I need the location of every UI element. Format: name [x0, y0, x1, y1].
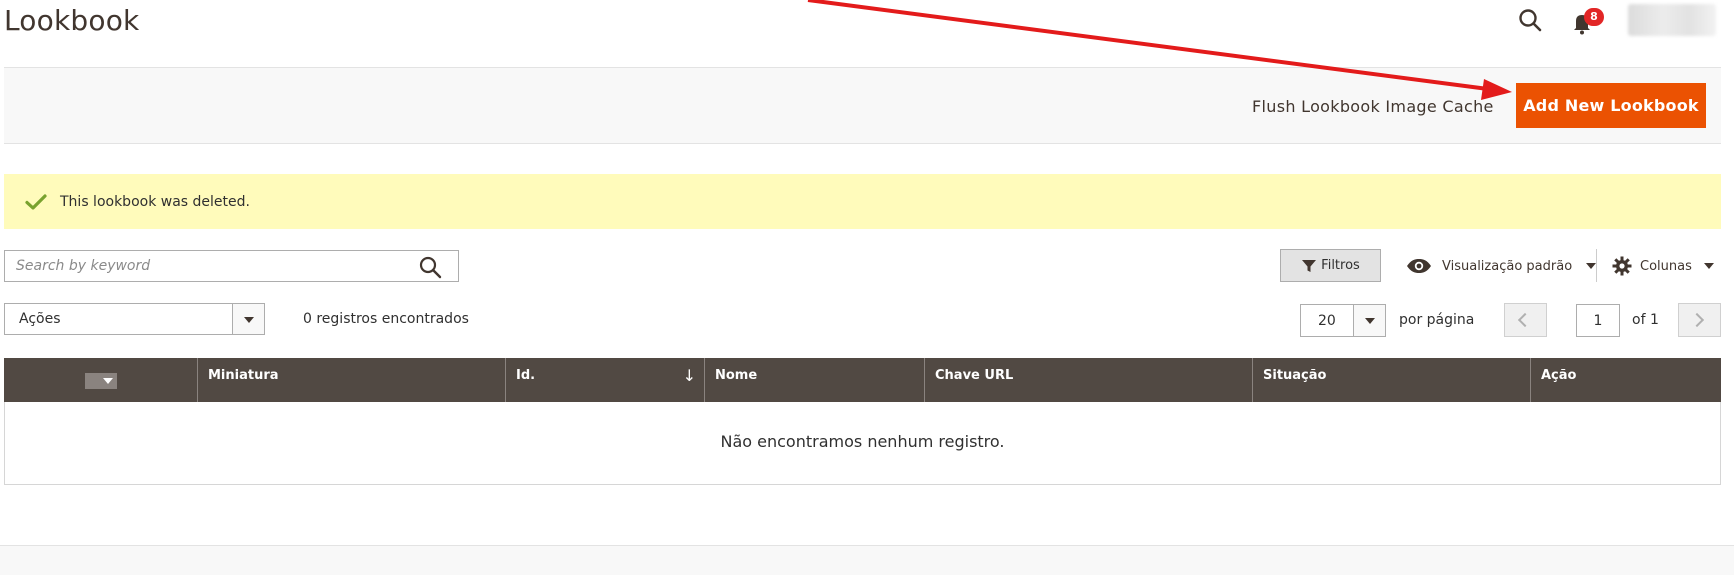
- view-label: Visualização padrão: [1442, 258, 1573, 274]
- column-header-id[interactable]: Id. ↓: [506, 358, 705, 402]
- actions-label: Ações: [19, 311, 61, 327]
- checkmark-icon: [25, 193, 47, 210]
- next-page-button[interactable]: [1678, 303, 1721, 337]
- current-page-input[interactable]: [1576, 304, 1620, 337]
- previous-page-button[interactable]: [1504, 303, 1547, 337]
- column-header-thumbnail[interactable]: Miniatura: [198, 358, 506, 402]
- column-header-name[interactable]: Nome: [705, 358, 925, 402]
- success-message: This lookbook was deleted.: [4, 174, 1721, 229]
- chevron-down-icon: [232, 304, 264, 334]
- columns-selector[interactable]: Colunas: [1612, 254, 1714, 278]
- chevron-down-icon: [1586, 263, 1597, 269]
- add-new-lookbook-button[interactable]: Add New Lookbook: [1516, 83, 1706, 128]
- grid-header: Miniatura Id. ↓ Nome Chave URL Situação …: [4, 358, 1721, 402]
- chevron-down-icon: [1353, 305, 1385, 336]
- per-page-value: 20: [1318, 313, 1336, 329]
- filters-label: Filtros: [1321, 258, 1360, 273]
- header-search-button[interactable]: [1515, 6, 1545, 36]
- per-page-select[interactable]: 20: [1300, 304, 1386, 337]
- eye-icon: [1407, 259, 1431, 273]
- chevron-right-icon: [1689, 312, 1705, 328]
- sort-descending-icon: ↓: [682, 366, 696, 385]
- empty-grid-message: Não encontramos nenhum registro.: [720, 432, 1005, 451]
- records-found: 0 registros encontrados: [303, 311, 469, 327]
- lookbook-grid: Miniatura Id. ↓ Nome Chave URL Situação …: [4, 358, 1721, 485]
- keyword-search: [4, 250, 459, 282]
- columns-label: Colunas: [1640, 258, 1692, 274]
- search-icon[interactable]: [418, 255, 442, 279]
- filter-icon: [1302, 259, 1317, 272]
- search-icon: [1519, 9, 1542, 32]
- user-account-menu[interactable]: [1628, 4, 1716, 36]
- notifications-button[interactable]: 8: [1568, 6, 1604, 36]
- per-page-label: por página: [1399, 312, 1475, 328]
- chevron-left-icon: [1517, 312, 1533, 328]
- chevron-down-icon: [1703, 263, 1714, 269]
- mass-actions-select[interactable]: Ações: [4, 303, 265, 335]
- total-pages-label: of 1: [1632, 312, 1659, 328]
- column-header-id-label: Id.: [516, 368, 536, 383]
- column-header-status[interactable]: Situação: [1253, 358, 1531, 402]
- flush-cache-button[interactable]: Flush Lookbook Image Cache: [1250, 92, 1496, 120]
- notifications-count-badge: 8: [1584, 8, 1604, 26]
- view-selector[interactable]: Visualização padrão: [1406, 254, 1597, 278]
- mass-select-dropdown[interactable]: [85, 373, 117, 389]
- success-message-text: This lookbook was deleted.: [60, 193, 250, 210]
- toolbar-divider: [1596, 249, 1597, 282]
- page-title: Lookbook: [4, 4, 140, 37]
- filters-button[interactable]: Filtros: [1280, 249, 1381, 282]
- column-header-select[interactable]: [4, 358, 198, 402]
- gear-icon: [1612, 256, 1632, 276]
- page-footer: [0, 545, 1734, 575]
- search-input[interactable]: [5, 251, 405, 281]
- column-header-action: Ação: [1541, 368, 1577, 383]
- column-header-url-key[interactable]: Chave URL: [925, 358, 1253, 402]
